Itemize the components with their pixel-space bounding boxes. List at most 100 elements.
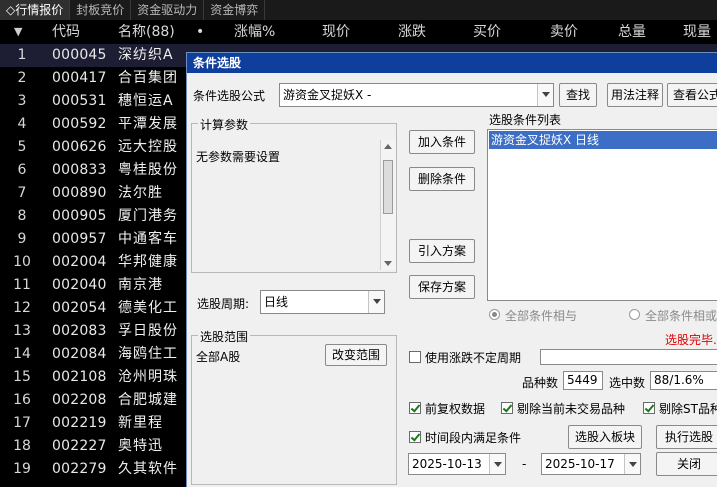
usage-notes-button[interactable]: 用法注释 [607,83,663,107]
use-pct-label[interactable]: 使用涨跌不定周期 [425,349,521,366]
stock-screener-dialog: 条件选股 条件选股公式 游资金叉捉妖X - 查找 用法注释 查看公式 计算参数 … [186,52,717,487]
close-button[interactable]: 关闭 [656,452,717,476]
row-index: 15 [13,369,31,385]
condition-list-item[interactable]: 游资金叉捉妖X 日线 [489,131,717,149]
row-code: 000626 [52,139,107,155]
condition-list-label: 选股条件列表 [489,113,562,127]
row-code: 000833 [52,162,107,178]
row-code: 002004 [52,254,107,270]
radio-or[interactable] [629,309,640,320]
save-plan-button[interactable]: 保存方案 [409,275,475,299]
pre-adjust-checkbox[interactable] [409,402,421,414]
row-name: 沧州明珠 [118,369,178,385]
row-index: 14 [13,346,31,362]
tab-0[interactable]: ◇行情报价 [0,0,71,20]
row-code: 000417 [52,70,107,86]
row-code: 000890 [52,185,107,201]
header-change-pct[interactable]: 涨幅% [234,20,275,44]
row-name: 久其软件 [118,461,178,477]
radio-and[interactable] [489,309,500,320]
calc-params-title: 计算参数 [198,116,251,133]
pct-period-field[interactable] [540,349,717,365]
row-code: 002083 [52,323,107,339]
row-index: 5 [17,139,27,155]
row-name: 法尔胜 [118,185,163,201]
row-index: 11 [13,277,31,293]
header-price[interactable]: 现价 [322,20,350,44]
scope-group: 选股范围 全部A股 改变范围 [191,328,397,485]
scope-value: 全部A股 [196,350,241,364]
header-bid[interactable]: 买价 [473,20,501,44]
chevron-down-icon[interactable] [368,291,384,313]
scroll-thumb[interactable] [383,160,393,214]
header-current-volume[interactable]: 现量 [683,20,711,44]
header-change[interactable]: 涨跌 [398,20,426,44]
sort-down-icon[interactable]: ▼ [14,20,22,44]
row-code: 000592 [52,116,107,132]
row-code: 000957 [52,231,107,247]
time-range-checkbox[interactable] [409,431,421,443]
row-index: 18 [13,438,31,454]
scroll-up-icon[interactable] [384,144,392,149]
exclude-notrade-checkbox[interactable] [501,402,513,414]
period-select-value: 日线 [264,295,289,309]
scroll-down-icon[interactable] [384,261,392,266]
row-name: 粤桂股份 [118,162,178,178]
row-index: 3 [17,93,27,109]
change-scope-button[interactable]: 改变范围 [325,344,387,366]
params-scrollbar[interactable] [380,140,396,270]
header-name[interactable]: 名称(88) [118,20,175,44]
row-code: 000531 [52,93,107,109]
date-to-field[interactable]: 2025-10-17 [541,453,641,475]
row-index: 8 [17,208,27,224]
add-condition-button[interactable]: 加入条件 [409,130,475,154]
tab-3[interactable]: 资金博弈 [204,0,266,20]
row-name: 远大控股 [118,139,178,155]
tab-1[interactable]: 封板竞价 [70,0,132,20]
status-text: 选股完毕. [665,333,717,347]
find-button[interactable]: 查找 [559,83,597,107]
row-name: 平潭发展 [118,116,178,132]
exclude-st-label[interactable]: 剔除ST品种 [659,400,717,417]
row-code: 000905 [52,208,107,224]
row-index: 16 [13,392,31,408]
row-name: 中通客车 [118,231,178,247]
quote-table-header: ▼ 代码 名称(88) • 涨幅% 现价 涨跌 买价 卖价 总量 现量 [0,20,717,44]
view-formula-button[interactable]: 查看公式 [667,83,717,107]
date-from-value: 2025-10-13 [412,457,482,471]
row-name: 孚日股份 [118,323,178,339]
use-pct-checkbox[interactable] [409,351,421,363]
chevron-down-icon[interactable] [624,454,640,474]
exclude-st-checkbox[interactable] [643,402,655,414]
chevron-down-icon[interactable] [489,454,505,474]
date-from-field[interactable]: 2025-10-13 [408,453,506,475]
to-block-button[interactable]: 选股入板块 [568,425,642,449]
header-ask[interactable]: 卖价 [550,20,578,44]
condition-listbox[interactable]: 游资金叉捉妖X 日线 [487,129,717,301]
formula-select-value: 游资金叉捉妖X - [283,88,372,102]
row-name: 厦门港务 [118,208,178,224]
radio-or-label[interactable]: 全部条件相或 [645,307,717,324]
import-plan-button[interactable]: 引入方案 [409,239,475,263]
period-select[interactable]: 日线 [260,290,385,314]
header-volume[interactable]: 总量 [618,20,646,44]
execute-button[interactable]: 执行选股 [656,425,717,449]
row-index: 7 [17,185,27,201]
dialog-title[interactable]: 条件选股 [187,53,717,73]
chevron-down-icon[interactable] [537,84,553,106]
row-code: 000045 [52,47,107,63]
exclude-notrade-label[interactable]: 剔除当前未交易品种 [517,400,625,417]
row-code: 002054 [52,300,107,316]
row-code: 002108 [52,369,107,385]
row-index: 10 [13,254,31,270]
delete-condition-button[interactable]: 删除条件 [409,167,475,191]
time-range-label[interactable]: 时间段内满足条件 [425,429,521,446]
formula-select[interactable]: 游资金叉捉妖X - [279,83,554,107]
pre-adjust-label[interactable]: 前复权数据 [425,400,485,417]
no-params-text: 无参数需要设置 [196,150,281,164]
tab-2[interactable]: 资金驱动力 [131,0,205,20]
radio-and-label[interactable]: 全部条件相与 [505,307,577,324]
row-name: 南京港 [118,277,163,293]
header-code[interactable]: 代码 [52,20,80,44]
date-to-value: 2025-10-17 [545,457,615,471]
